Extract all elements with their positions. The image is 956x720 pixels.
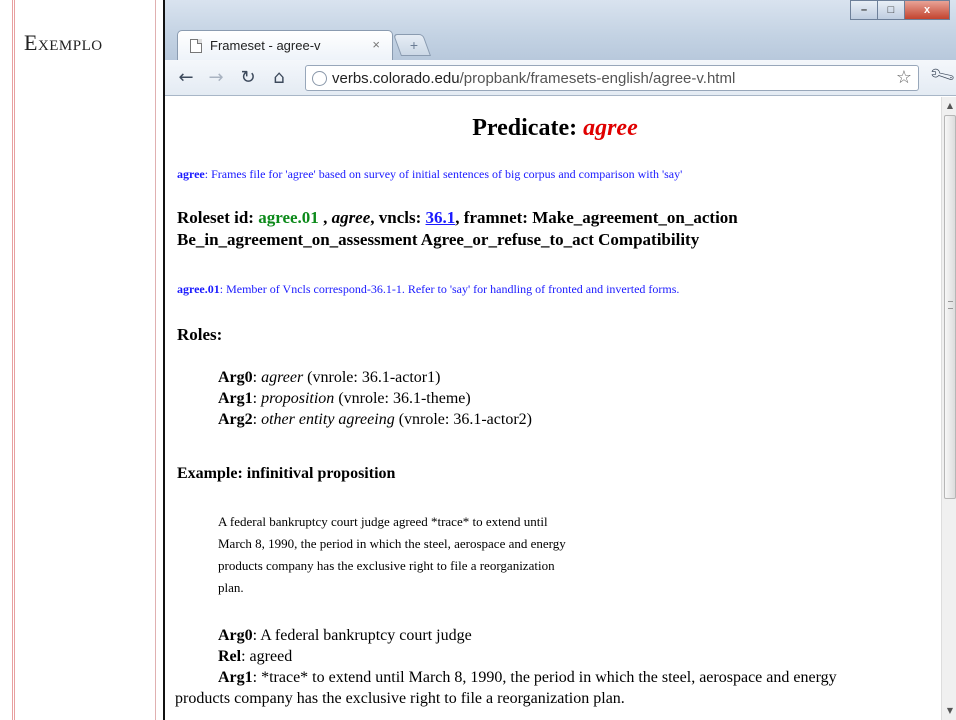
plus-icon[interactable]: + [407,34,421,56]
roleset-name: agree [331,208,371,227]
frames-desc-text: : Frames file for 'agree' based on surve… [204,167,683,181]
example-line: March 8, 1990, the period in which the s… [218,536,566,551]
tab-frameset-agree[interactable]: Frameset - agree-v × [177,30,393,60]
browser-toolbar: ← → ↻ ⌂ verbs.colorado.edu/propbank/fram… [165,60,956,96]
roleset-note-id: agree.01 [177,282,220,296]
tab-title: Frameset - agree-v [210,38,321,53]
example-heading: Example: infinitival proposition [177,465,396,482]
example-line: A federal bankruptcy court judge agreed … [218,514,548,529]
example-rel: Rel: agreed [218,646,837,667]
slide-title: Exemplo [24,30,103,55]
page-title: Predicate: agree [175,115,935,142]
reload-icon[interactable]: ↻ [237,67,259,89]
role-item: Arg0: agreer (vnrole: 36.1-actor1) [218,369,441,386]
arg1-label: Arg1 [218,669,253,686]
role-vnrole: (vnrole: 36.1-actor2) [394,411,532,428]
vncls-prefix: , vncls: [370,208,426,227]
role-arg: Arg2 [218,411,253,428]
role-vnrole: (vnrole: 36.1-actor1) [303,369,441,386]
example-arg0: Arg0: A federal bankruptcy court judge [218,625,837,646]
framenet-rest: Be_in_agreement_on_assessment Agree_or_r… [177,230,700,249]
maximize-button[interactable]: □ [877,0,905,20]
role-arg: Arg0 [218,369,253,386]
heading-prefix: Predicate: [472,115,584,141]
roleset-sep: , [318,208,332,227]
role-vnrole: (vnrole: 36.1-theme) [334,390,471,407]
url-domain: verbs.colorado.edu [332,70,460,87]
example-arg1: Arg1: *trace* to extend until March 8, 1… [218,667,837,688]
roleset-note-text: : Member of Vncls correspond-36.1-1. Ref… [219,282,680,296]
minimize-button[interactable]: – [850,0,878,20]
framenet-prefix: , framnet: Make_agreement_on_action [455,208,738,227]
example-sentence: A federal bankruptcy court judge agreed … [218,511,658,599]
browser-window: Frameset - agree-v × + – □ x ← → ↻ ⌂ ver… [163,0,956,720]
example-line: products company has the exclusive right… [218,558,555,573]
globe-icon [312,71,327,86]
roles-list: Arg0: agreer (vnrole: 36.1-actor1) Arg1:… [218,367,532,430]
document-icon [190,39,202,53]
url-path: /propbank/framesets-english/agree-v.html [459,70,736,87]
role-desc: proposition [261,390,335,407]
roleset-id: agree.01 [258,208,319,227]
wrench-icon[interactable]: 🔧︎ [927,61,956,91]
url-text[interactable]: verbs.colorado.edu/propbank/framesets-en… [332,70,735,87]
scroll-down-icon[interactable]: ▼ [942,703,956,719]
role-item: Arg2: other entity agreeing (vnrole: 36.… [218,411,532,428]
frames-desc-lemma: agree [177,167,205,181]
role-item: Arg1: proposition (vnrole: 36.1-theme) [218,390,471,407]
forward-icon[interactable]: → [205,67,227,89]
arg0-label: Arg0 [218,627,253,644]
rel-text: : agreed [241,648,293,665]
tab-close-icon[interactable]: × [372,37,380,52]
example-arguments: Arg0: A federal bankruptcy court judge R… [175,625,837,709]
scroll-up-icon[interactable]: ▲ [942,98,956,114]
role-desc: agreer [261,369,304,386]
example-line: plan. [218,580,244,595]
role-desc: other entity agreeing [261,411,395,428]
back-icon[interactable]: ← [175,67,197,89]
roleset-note: agree.01: Member of Vncls correspond-36.… [177,282,679,297]
close-button[interactable]: x [904,0,950,20]
slide-divider [155,0,158,720]
window-controls: – □ x [850,0,950,20]
arg0-text: : A federal bankruptcy court judge [252,627,472,644]
role-arg: Arg1 [218,390,253,407]
heading-lemma: agree [583,115,638,141]
frames-description: agree: Frames file for 'agree' based on … [177,167,682,182]
vertical-scrollbar[interactable]: ▲ ▼ [941,97,956,720]
rel-label: Rel [218,648,242,665]
example-arg1-continued: products company has the exclusive right… [175,690,625,707]
page-viewport: Predicate: agree agree: Frames file for … [165,97,941,720]
arg1-text: : *trace* to extend until March 8, 1990,… [252,669,837,686]
vncls-link[interactable]: 36.1 [426,208,456,227]
address-bar[interactable]: verbs.colorado.edu/propbank/framesets-en… [305,65,919,91]
slide-margin-bar [0,0,15,720]
roleset-line: Roleset id: agree.01 , agree, vncls: 36.… [177,207,937,251]
title-bar: Frameset - agree-v × + – □ x [165,0,956,66]
scrollbar-grip [948,301,953,309]
roles-heading: Roles: [177,325,223,344]
home-icon[interactable]: ⌂ [268,67,290,89]
star-icon[interactable]: ☆ [896,67,912,88]
scrollbar-thumb[interactable] [944,115,956,499]
roleset-prefix: Roleset id: [177,208,259,227]
